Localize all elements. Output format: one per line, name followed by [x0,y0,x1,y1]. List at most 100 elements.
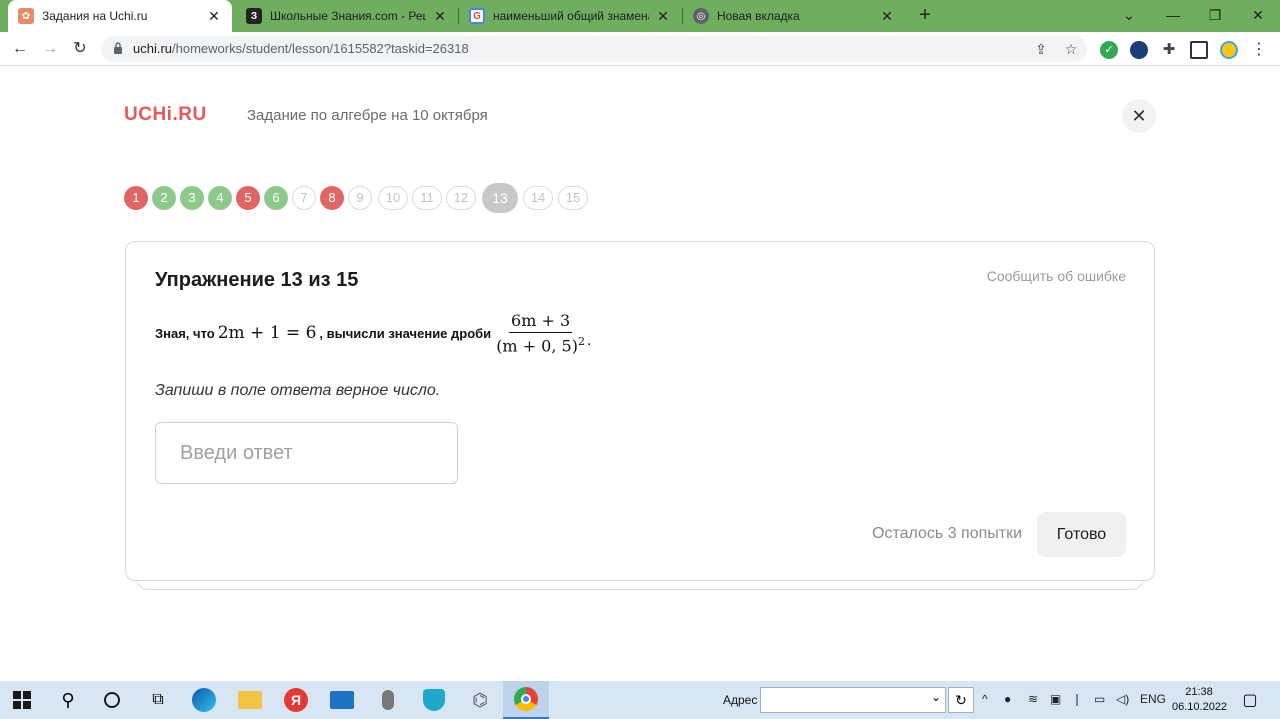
forward-arrow-icon[interactable]: → [38,37,62,61]
refresh-icon[interactable]: ↻ [948,687,974,713]
submit-button[interactable]: Готово [1037,512,1126,557]
step-1[interactable]: 1 [124,186,148,210]
tab-znanija[interactable]: З Школьные Знания.com - Решае ✕ [236,0,458,32]
step-3[interactable]: 3 [180,186,204,210]
mail-icon[interactable] [328,686,356,714]
step-5[interactable]: 5 [236,186,260,210]
address-toolbar-label: Адрес [723,693,758,707]
answer-hint: Запиши в поле ответа верное число. [155,382,441,399]
yandex-browser-icon[interactable]: Я [282,686,310,714]
step-15[interactable]: 15 [558,186,588,210]
menu-kebab-icon[interactable]: ⋮ [1250,41,1268,59]
task-middle: , вычисли значение дроби [319,325,492,341]
close-tab-icon[interactable]: ✕ [432,8,448,25]
browser-toolbar: ← → ↻ uchi.ru/homeworks/student/lesson/1… [0,32,1280,66]
side-panel-icon[interactable] [1190,41,1208,59]
clock-time: 21:38 [1185,686,1213,698]
restore-button[interactable]: ❐ [1193,0,1237,32]
notifications-icon[interactable]: ▢ [1236,686,1264,714]
tab-title: Задания на Uchi.ru [42,9,148,23]
volume-icon[interactable]: ◁) [1116,692,1129,706]
clock-date: 06.10.2022 [1172,701,1228,713]
input-language[interactable]: ENG [1140,692,1166,706]
uchi-logo[interactable]: UCHi.RU [124,104,207,126]
task-prefix: Зная, что [155,325,215,341]
lock-icon [114,42,122,54]
windows-taskbar: ⚲ ⧉ Я ⌬ Адрес ⌄ ↻ ^ ● ≋ ▣ ❘ ▭ ◁) ENG 21:… [0,681,1280,719]
tray-app-icon[interactable]: ● [1004,692,1011,706]
display-icon[interactable]: ▣ [1050,692,1061,706]
file-explorer-icon[interactable] [236,686,264,714]
tab-new[interactable]: ◎ Новая вкладка ✕ [683,0,905,32]
step-11[interactable]: 11 [412,186,442,210]
close-tab-icon[interactable]: ✕ [655,8,671,25]
profile-avatar[interactable] [1220,41,1238,59]
step-8[interactable]: 8 [320,186,344,210]
znanija-favicon-icon: З [246,8,262,24]
windows-start-icon[interactable] [8,686,36,714]
address-bar[interactable]: uchi.ru/homeworks/student/lesson/1615582… [101,36,1087,62]
cortana-icon[interactable] [98,686,126,714]
fraction-denominator: (m + 0, 5)2 [496,333,585,355]
tab-google[interactable]: G наименьший общий знаменате ✕ [459,0,681,32]
fraction-formula: 6m + 3 (m + 0, 5)2 [496,311,585,355]
task-statement: Зная, что 2m + 1 = 6 , вычисли значение … [155,308,591,358]
denominator-base: (m + 0, 5) [496,336,578,356]
network-icon[interactable]: ≋ [1028,692,1038,706]
chrome-favicon-icon: ◎ [693,8,709,24]
step-13-current[interactable]: 13 [482,183,518,213]
step-14[interactable]: 14 [523,186,553,210]
step-2[interactable]: 2 [152,186,176,210]
denominator-exponent: 2 [577,334,585,348]
report-error-link[interactable]: Сообщить об ошибке [987,268,1126,284]
close-window-button[interactable]: ✕ [1236,0,1280,32]
google-favicon-icon: G [469,8,485,24]
step-7[interactable]: 7 [292,186,316,210]
fraction-numerator: 6m + 3 [509,311,573,333]
chevron-down-icon[interactable]: ⌄ [931,690,941,704]
answer-input[interactable] [155,422,458,484]
search-icon[interactable]: ⚲ [54,686,82,714]
chrome-taskbar-icon[interactable] [503,681,549,719]
tray-expand-icon[interactable]: ^ [982,692,988,706]
exercise-card: Упражнение 13 из 15 Сообщить об ошибке З… [125,241,1155,581]
task-view-icon[interactable]: ⧉ [144,686,172,714]
address-toolbar-input[interactable]: ⌄ [760,687,946,713]
battery-icon[interactable]: ▭ [1094,692,1105,706]
minimize-button[interactable]: — [1151,0,1195,32]
close-tab-icon[interactable]: ✕ [206,8,222,25]
attempts-remaining: Осталось 3 попытки [872,525,1023,542]
tab-search-chevron-icon[interactable]: ⌄ [1107,0,1151,32]
uchi-favicon-icon: ✿ [18,8,34,24]
step-6[interactable]: 6 [264,186,288,210]
step-9[interactable]: 9 [348,186,372,210]
period: . [586,332,592,349]
tab-title: наименьший общий знаменате [493,9,649,23]
assignment-title: Задание по алгебре на 10 октября [247,107,488,124]
microphone-icon[interactable]: ❘ [1072,692,1082,706]
new-tab-button[interactable]: + [914,5,936,27]
mouse-app-icon[interactable] [374,686,402,714]
extension-r-icon[interactable] [1130,41,1148,59]
edge-icon[interactable] [190,686,218,714]
tab-title: Новая вкладка [717,9,800,23]
app-icon[interactable]: ⌬ [466,686,494,714]
extensions-puzzle-icon[interactable]: ✚ [1160,41,1178,59]
tab-uchi[interactable]: ✿ Задания на Uchi.ru ✕ [8,0,232,32]
reload-icon[interactable]: ↻ [68,37,92,61]
extension-check-icon[interactable]: ✓ [1100,41,1118,59]
share-icon[interactable]: ⇪ [1033,41,1049,57]
close-assignment-button[interactable]: ✕ [1122,99,1156,133]
vpn-shield-icon[interactable] [420,686,448,714]
step-10[interactable]: 10 [378,186,408,210]
back-arrow-icon[interactable]: ← [8,37,32,61]
browser-tab-bar: ✿ Задания на Uchi.ru ✕ З Школьные Знания… [0,0,1280,32]
close-tab-icon[interactable]: ✕ [879,8,895,25]
step-12[interactable]: 12 [446,186,476,210]
bookmark-star-icon[interactable]: ☆ [1063,41,1079,57]
condition-formula: 2m + 1 = 6 [217,323,317,343]
step-4[interactable]: 4 [208,186,232,210]
exercise-title: Упражнение 13 из 15 [155,269,359,291]
system-clock[interactable]: 21:38 06.10.2022 [1172,685,1228,715]
url-text: uchi.ru/homeworks/student/lesson/1615582… [133,41,469,56]
